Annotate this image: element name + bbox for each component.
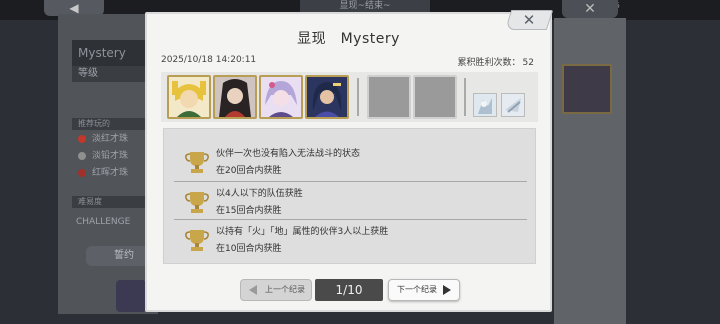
previous-record-label: 上一个纪录 xyxy=(265,285,305,294)
support-portrait-icon xyxy=(502,94,524,116)
next-record-button[interactable]: 下一个纪录 xyxy=(388,279,460,301)
record-date: 2025/10/18 14:20:11 xyxy=(161,55,257,65)
support-portrait-icon xyxy=(474,94,496,116)
trophy-icon xyxy=(185,192,209,213)
record-dialog: 显现 Mystery 2025/10/18 14:20:11 累积胜利次数： 52… xyxy=(145,12,552,312)
member-portrait-icon xyxy=(169,77,209,117)
previous-record-button[interactable]: 上一个纪录 xyxy=(240,279,312,301)
next-record-label: 下一个纪录 xyxy=(397,285,437,294)
trophy-icon xyxy=(185,230,209,251)
party-divider xyxy=(464,78,466,116)
party-member-slot[interactable] xyxy=(259,75,303,119)
orb-icon xyxy=(78,169,86,177)
orb-icon xyxy=(78,135,86,143)
dialog-close-button[interactable]: ✕ xyxy=(504,10,554,30)
background-rank-label: 等级 xyxy=(72,66,152,82)
condition-row: 以4人以下的队伍获胜 在15回合内获胜 xyxy=(174,183,527,219)
condition-text: 以4人以下的队伍获胜 xyxy=(216,189,303,199)
background-corner-button xyxy=(116,280,146,312)
member-portrait-icon xyxy=(261,77,301,117)
empty-party-slot[interactable] xyxy=(367,75,411,119)
condition-text: 以持有「火」「地」属性的伙伴3人以上获胜 xyxy=(216,227,389,237)
trophy-icon xyxy=(185,152,209,173)
condition-divider xyxy=(174,181,527,182)
background-stage-title: 显现~结束~ xyxy=(300,0,430,12)
background-orb-item: 红晖才珠 xyxy=(76,167,156,179)
background-party-name: Mystery xyxy=(72,40,152,66)
member-portrait-icon xyxy=(307,77,347,117)
background-portrait xyxy=(562,64,612,114)
condition-subtext: 在10回合内获胜 xyxy=(216,244,282,254)
party-member-slot[interactable] xyxy=(305,75,349,119)
condition-subtext: 在20回合内获胜 xyxy=(216,166,282,176)
support-slot[interactable] xyxy=(501,93,525,117)
total-wins: 累积胜利次数： 52 xyxy=(458,55,534,68)
party-divider xyxy=(357,78,359,116)
member-portrait-icon xyxy=(215,77,255,117)
background-orb-item: 淡铅才珠 xyxy=(76,150,156,162)
victory-conditions: 伙伴一次也没有陷入无法战斗的状态 在20回合内获胜 以4人以下的队伍获胜 在15… xyxy=(163,128,536,264)
background-orb-item: 淡红才珠 xyxy=(76,133,156,145)
party-member-slot[interactable] xyxy=(167,75,211,119)
total-wins-value: 52 xyxy=(522,58,534,68)
arrow-right-icon xyxy=(443,285,451,295)
orb-icon xyxy=(78,152,86,160)
condition-row: 伙伴一次也没有陷入无法战斗的状态 在20回合内获胜 xyxy=(174,143,527,179)
support-slot[interactable] xyxy=(473,93,497,117)
party-member-slot[interactable] xyxy=(213,75,257,119)
arrow-left-icon xyxy=(249,285,257,295)
record-page-indicator: 1/10 xyxy=(315,279,383,301)
empty-party-slot[interactable] xyxy=(413,75,457,119)
close-icon: ✕ xyxy=(522,11,536,29)
party-strip xyxy=(161,72,538,122)
background-close-button: ✕ xyxy=(562,0,618,18)
total-wins-label: 累积胜利次数： xyxy=(457,58,521,68)
condition-divider xyxy=(174,219,527,220)
condition-text: 伙伴一次也没有陷入无法战斗的状态 xyxy=(216,149,361,159)
dialog-title: 显现 Mystery xyxy=(297,31,400,47)
condition-subtext: 在15回合内获胜 xyxy=(216,206,282,216)
condition-row: 以持有「火」「地」属性的伙伴3人以上获胜 在10回合内获胜 xyxy=(174,221,527,257)
